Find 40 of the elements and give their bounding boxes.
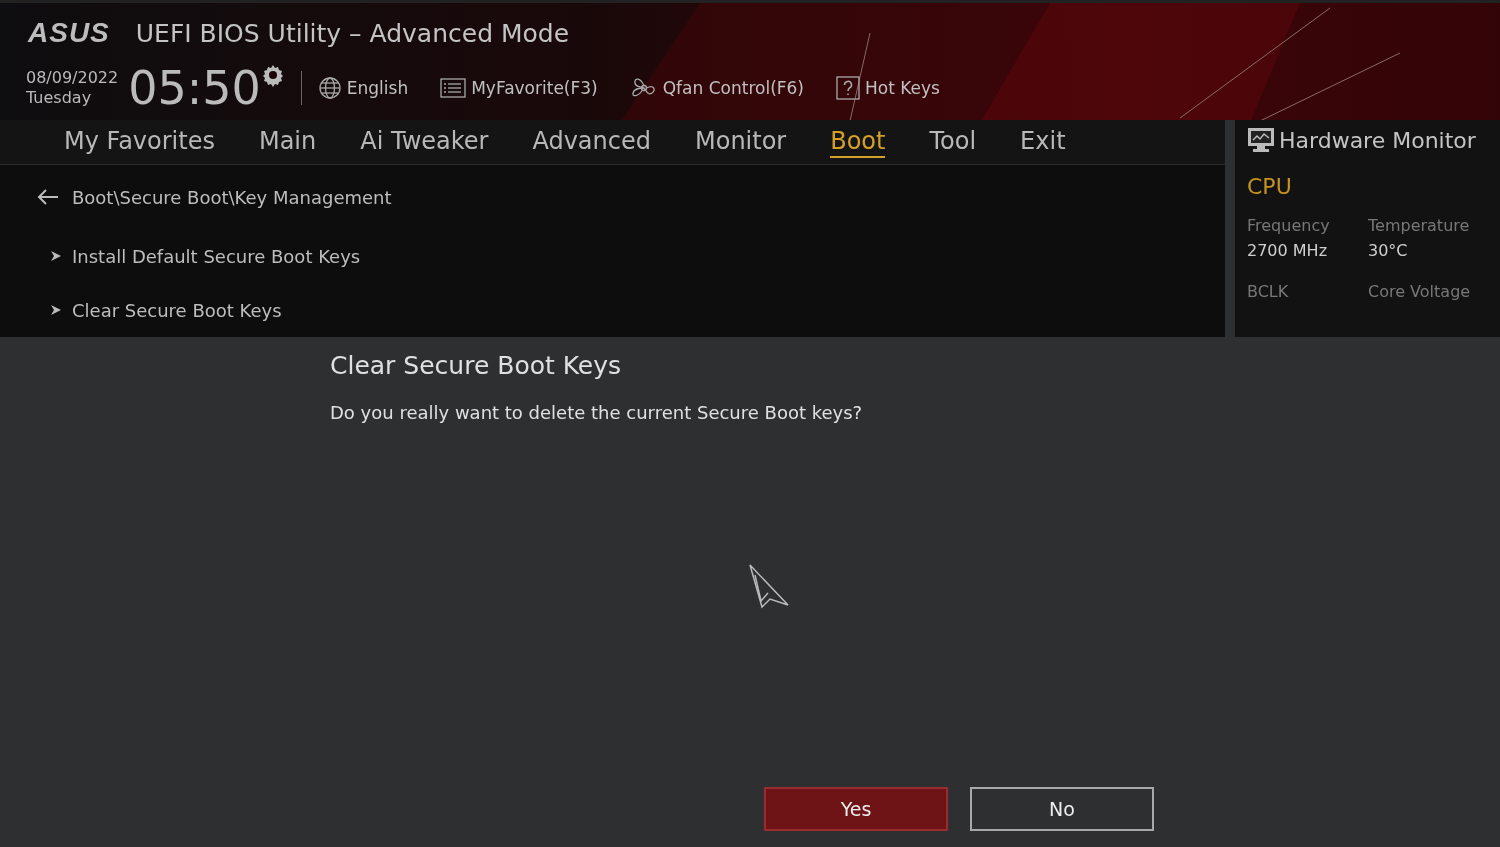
- tab[interactable]: Boot: [830, 126, 886, 158]
- panel-title: Hardware Monitor: [1279, 127, 1476, 153]
- dialog-title: Clear Secure Boot Keys: [330, 351, 623, 380]
- section-heading: CPU: [1247, 174, 1293, 201]
- chevron-icon: [50, 250, 62, 262]
- tab[interactable]: Tool: [929, 126, 977, 158]
- reading-label: Temperature: [1368, 216, 1471, 235]
- tab[interactable]: Advanced: [532, 126, 651, 158]
- clock-time: 05:50: [128, 64, 261, 112]
- dialog-button[interactable]: No: [970, 787, 1154, 831]
- help-icon: [836, 76, 860, 100]
- weekday-text: Tuesday: [26, 88, 93, 108]
- reading-value: 2700 MHz: [1247, 241, 1329, 260]
- tab[interactable]: My Favorites: [64, 126, 215, 158]
- dialog-button[interactable]: Yes: [764, 787, 948, 831]
- back-arrow-icon[interactable]: [36, 188, 60, 206]
- toolbar-button[interactable]: Qfan Control(F6): [629, 75, 804, 101]
- globe-icon: [317, 76, 342, 100]
- tab[interactable]: Monitor: [695, 126, 787, 158]
- breadcrumb-path: Boot\Secure Boot\Key Management: [72, 186, 392, 208]
- date-text: 08/09/2022: [26, 68, 119, 88]
- chevron-icon: [50, 304, 62, 316]
- reading-label: BCLK: [1247, 282, 1290, 301]
- mouse-cursor-icon: [748, 563, 790, 609]
- menu-item[interactable]: Clear Secure Boot Keys: [36, 283, 1225, 337]
- tab[interactable]: Exit: [1020, 126, 1066, 158]
- reading-label: Core Voltage: [1368, 282, 1472, 301]
- reading-label: Frequency: [1247, 216, 1331, 235]
- toolbar-button[interactable]: MyFavorite(F3): [440, 77, 598, 99]
- menu-item[interactable]: Install Default Secure Boot Keys: [36, 229, 1225, 283]
- tab[interactable]: Ai Tweaker: [360, 126, 489, 158]
- tab[interactable]: Main: [258, 126, 317, 158]
- logo: ASUS: [28, 17, 110, 49]
- list-icon: [440, 77, 467, 99]
- toolbar-button[interactable]: Hot Keys: [836, 76, 940, 100]
- dialog-message: Do you really want to delete the current Secure Boot keys?: [330, 402, 864, 423]
- toolbar-button[interactable]: English: [317, 76, 409, 100]
- reading-value: 30°C: [1368, 241, 1409, 260]
- monitor-icon: [1247, 127, 1275, 153]
- window-title: UEFI BIOS Utility – Advanced Mode: [135, 18, 570, 48]
